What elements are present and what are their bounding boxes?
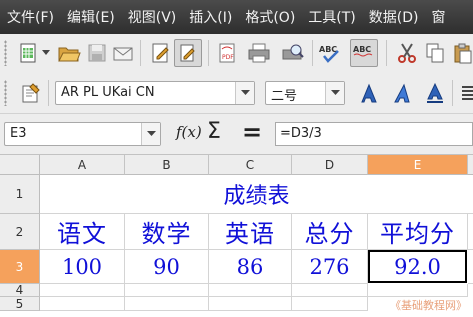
open-folder-icon[interactable] [56, 40, 82, 66]
email-icon[interactable] [110, 40, 136, 66]
row-header-1[interactable]: 1 [0, 175, 40, 214]
menu-format[interactable]: 格式(O) [238, 7, 301, 27]
cell-a2[interactable]: 语文 [40, 214, 125, 250]
column-header-d[interactable]: D [292, 155, 368, 175]
row-header-2[interactable]: 2 [0, 214, 40, 250]
column-header-f[interactable] [468, 155, 473, 175]
menu-view[interactable]: 视图(V) [121, 7, 183, 27]
new-spreadsheet-icon[interactable] [16, 40, 42, 66]
underline-icon[interactable] [422, 80, 448, 106]
cell-f3[interactable] [468, 250, 473, 284]
cell-c3[interactable]: 86 [209, 250, 292, 284]
menu-edit[interactable]: 编辑(E) [60, 7, 121, 27]
cell-a3[interactable]: 100 [40, 250, 125, 284]
separator [48, 80, 49, 106]
export-pdf-icon[interactable]: PDF [214, 40, 240, 66]
font-name-value: AR PL UKai CN [61, 85, 155, 100]
separator [386, 40, 387, 66]
copy-icon[interactable] [422, 40, 448, 66]
formula-text: =D3/3 [280, 126, 322, 141]
sum-icon[interactable]: Σ [207, 119, 221, 144]
paste-icon[interactable] [450, 40, 473, 66]
separator [140, 40, 141, 66]
font-size-combo[interactable]: 二号 [265, 81, 345, 105]
cell-e4[interactable] [368, 284, 468, 297]
cell-d3[interactable]: 276 [292, 250, 368, 284]
select-all-corner[interactable] [0, 155, 40, 175]
autospellcheck-label: ABC [353, 45, 371, 54]
chevron-down-icon[interactable] [325, 82, 344, 104]
italic-icon[interactable] [390, 80, 416, 106]
svg-text:PDF: PDF [222, 54, 234, 61]
cell-b4[interactable] [125, 284, 209, 297]
cell-a5[interactable] [40, 297, 125, 311]
formatting-toolbar: AR PL UKai CN 二号 [0, 73, 473, 114]
function-wizard-icon[interactable]: f(x) [176, 123, 202, 141]
menu-bar: 文件(F) 编辑(E) 视图(V) 插入(I) 格式(O) 工具(T) 数据(D… [0, 0, 473, 34]
align-left-icon[interactable] [458, 80, 473, 106]
column-header-c[interactable]: C [209, 155, 292, 175]
cell-b3[interactable]: 90 [125, 250, 209, 284]
row-header-4[interactable]: 4 [0, 283, 40, 297]
new-dropdown-icon[interactable] [40, 40, 52, 66]
cell-f2[interactable] [468, 214, 473, 250]
formula-bar: E3 f(x) Σ = =D3/3 [0, 114, 473, 155]
spellcheck-icon[interactable]: ABC [318, 40, 344, 66]
name-box[interactable]: E3 [4, 122, 161, 146]
cell-c5[interactable] [209, 297, 292, 311]
cell-c2[interactable]: 英语 [209, 214, 292, 250]
separator [208, 40, 209, 66]
print-preview-icon[interactable] [280, 40, 306, 66]
menu-window[interactable]: 窗 [425, 7, 452, 27]
cell-a4[interactable] [40, 284, 125, 297]
separator [452, 80, 453, 106]
chevron-down-icon[interactable] [141, 123, 160, 145]
separator [312, 40, 313, 66]
cell-e2[interactable]: 平均分 [368, 214, 468, 250]
save-icon[interactable] [84, 40, 110, 66]
watermark: 《基础教程网》 [390, 299, 467, 312]
cell-c4[interactable] [209, 284, 292, 297]
column-header-b[interactable]: B [125, 155, 209, 175]
autospellcheck-button[interactable]: ABC [350, 39, 378, 67]
column-header-e[interactable]: E [368, 155, 468, 175]
edit-mode-button[interactable] [174, 39, 202, 67]
menu-tools[interactable]: 工具(T) [301, 7, 361, 27]
font-size-value: 二号 [271, 89, 298, 104]
chevron-down-icon[interactable] [235, 82, 254, 104]
column-header-a[interactable]: A [40, 155, 125, 175]
bold-icon[interactable] [356, 80, 382, 106]
name-box-value: E3 [10, 126, 27, 141]
menu-insert[interactable]: 插入(I) [182, 7, 238, 27]
cell-d2[interactable]: 总分 [292, 214, 368, 250]
menu-data[interactable]: 数据(D) [362, 7, 425, 27]
styles-icon[interactable] [18, 80, 44, 106]
toolbar-grip[interactable] [4, 80, 7, 106]
print-icon[interactable] [246, 40, 272, 66]
cell-a1-title[interactable]: 成绩表 [40, 175, 473, 214]
cell-b2[interactable]: 数学 [125, 214, 209, 250]
spreadsheet-grid: A B C D E 1 2 3 4 5 成绩表 语文 数学 英语 总分 平均分 … [0, 155, 473, 317]
formula-equals-icon[interactable]: = [242, 118, 262, 146]
font-name-combo[interactable]: AR PL UKai CN [55, 81, 255, 105]
cell-d4[interactable] [292, 284, 368, 297]
standard-toolbar: PDF ABC ABC [0, 34, 473, 74]
cut-icon[interactable] [394, 40, 420, 66]
edit-file-icon[interactable] [148, 40, 174, 66]
menu-file[interactable]: 文件(F) [0, 7, 60, 27]
cell-e3-active[interactable]: 92.0 [368, 250, 467, 283]
cell-d5[interactable] [292, 297, 368, 311]
spellcheck-label: ABC [319, 45, 337, 54]
row-header-5[interactable]: 5 [0, 297, 40, 311]
formula-input[interactable]: =D3/3 [275, 122, 473, 146]
cell-b5[interactable] [125, 297, 209, 311]
row-header-3[interactable]: 3 [0, 250, 40, 284]
toolbar-grip[interactable] [4, 40, 7, 66]
